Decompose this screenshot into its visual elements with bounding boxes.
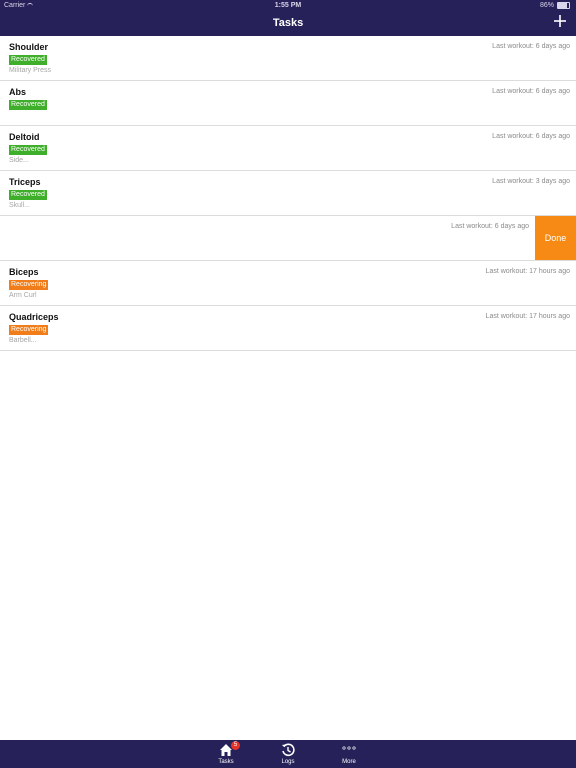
page-title: Tasks (272, 17, 304, 29)
status-badge: Recovered (9, 55, 47, 65)
task-name: Biceps (9, 267, 39, 277)
task-last-workout: Last workout: 6 days ago (492, 133, 570, 140)
status-badge: Recovering (9, 280, 49, 290)
task-row-content: Shoulder Last workout: 6 days ago Military… (0, 36, 576, 80)
tab-label: More (342, 759, 356, 765)
task-row-content: Triceps Last workout: 3 days ago Skull... (0, 171, 576, 215)
task-last-workout: Last workout: 6 days ago (451, 223, 529, 230)
task-row[interactable]: Last workout: 6 days agoedDone (0, 216, 576, 261)
tab-label: Tasks (218, 759, 234, 765)
task-last-workout: Last workout: 6 days ago (492, 88, 570, 95)
task-exercise: Military Press (9, 67, 52, 74)
status-battery-group: 86% (540, 2, 570, 9)
done-button[interactable]: Done (535, 216, 576, 260)
task-row[interactable]: Deltoid Last workout: 6 days ago Side... Re… (0, 126, 576, 171)
tab-logs[interactable]: Logs (268, 740, 308, 768)
task-name: Abs (9, 87, 27, 97)
status-badge: Recovered (9, 145, 47, 155)
task-row-content: Last workout: 6 days ago (0, 216, 535, 260)
task-last-workout: Last workout: 6 days ago (492, 43, 570, 50)
task-row-content: Biceps Last workout: 17 hours ago Arm Curl (0, 261, 576, 305)
tab-label: Logs (281, 759, 295, 765)
battery-percent: 86% (539, 2, 554, 9)
history-icon (281, 743, 295, 757)
task-exercise: Barbell... (9, 337, 37, 344)
task-exercise: Arm Curl (9, 292, 37, 299)
task-name: Triceps (9, 177, 41, 187)
task-row-content: Deltoid Last workout: 6 days ago Side... (0, 126, 576, 170)
header: Carrier 1:55 PM 86% Tasks (0, 0, 576, 36)
task-last-workout: Last workout: 17 hours ago (485, 313, 570, 320)
status-bar: Carrier 1:55 PM 86% (0, 0, 576, 12)
task-list: Shoulder Last workout: 6 days ago Military… (0, 36, 576, 351)
task-row[interactable]: Quadriceps Last workout: 17 hours ago Barb… (0, 306, 576, 351)
task-row[interactable]: Biceps Last workout: 17 hours ago Arm Curl… (0, 261, 576, 306)
status-time: 1:55 PM (274, 2, 302, 9)
task-name: Quadriceps (9, 312, 59, 322)
app: Carrier 1:55 PM 86% Tasks Shoulder Last w… (0, 0, 576, 768)
tab-bar: 5 Tasks Logs More (0, 740, 576, 768)
task-name: Deltoid (9, 132, 40, 142)
task-row[interactable]: Shoulder Last workout: 6 days ago Military… (0, 36, 576, 81)
task-exercise: Side... (9, 157, 29, 164)
status-badge: Recovered (9, 100, 47, 110)
task-name: Shoulder (9, 42, 49, 52)
task-row-content: Quadriceps Last workout: 17 hours ago Barb… (0, 306, 576, 350)
more-icon (342, 746, 356, 750)
battery-fill (558, 3, 568, 8)
task-row-content: Abs Last workout: 6 days ago (0, 81, 576, 125)
task-row[interactable]: Triceps Last workout: 3 days ago Skull... R… (0, 171, 576, 216)
task-exercise: Skull... (9, 202, 31, 209)
task-row[interactable]: Abs Last workout: 6 days ago Recovered (0, 81, 576, 126)
tasks-badge: 5 (231, 741, 240, 750)
battery-icon (557, 2, 570, 9)
plus-icon (554, 15, 566, 27)
task-last-workout: Last workout: 3 days ago (492, 178, 570, 185)
status-badge: Recovering (9, 325, 49, 335)
tab-more[interactable]: More (329, 740, 369, 768)
tab-tasks[interactable]: 5 Tasks (206, 740, 246, 768)
task-last-workout: Last workout: 17 hours ago (485, 268, 570, 275)
status-badge: Recovered (9, 190, 47, 200)
add-task-button[interactable] (553, 14, 567, 28)
